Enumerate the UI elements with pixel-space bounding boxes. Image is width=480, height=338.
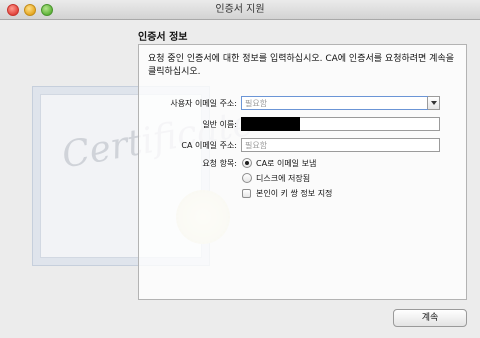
user-email-combobox[interactable] <box>241 96 440 110</box>
continue-button[interactable]: 계속 <box>393 309 467 327</box>
email-to-ca-label[interactable]: CA로 이메일 보냄 <box>256 158 316 169</box>
ca-email-label: CA 이메일 주소: <box>181 141 237 150</box>
chevron-down-icon[interactable] <box>427 97 439 109</box>
window-title: 인증서 지원 <box>215 4 265 15</box>
user-email-input[interactable] <box>241 96 428 110</box>
ca-email-field[interactable] <box>241 138 440 152</box>
save-to-disk-radio[interactable] <box>242 173 252 183</box>
user-email-label: 사용자 이메일 주소: <box>170 99 237 108</box>
request-label: 요청 항목: <box>202 159 237 168</box>
save-to-disk-label[interactable]: 디스크에 저장됨 <box>256 173 310 184</box>
specify-keypair-checkbox[interactable] <box>242 189 251 198</box>
email-to-ca-radio[interactable] <box>242 158 252 168</box>
title-bar: 인증서 지원 <box>0 0 480 20</box>
section-title: 인증서 정보 <box>138 32 188 43</box>
redacted-name-block <box>241 117 300 131</box>
specify-keypair-label[interactable]: 본인이 키 쌍 정보 지정 <box>256 188 332 199</box>
form-panel <box>138 44 467 300</box>
certificate-assistant-window: 인증서 지원 Certificate 인증서 정보 요청 중인 인증서에 대한 … <box>0 0 480 338</box>
common-name-label: 일반 이름: <box>202 120 237 129</box>
intro-text: 요청 중인 인증서에 대한 정보를 입력하십시오. CA에 인증서를 요청하려면… <box>148 54 455 77</box>
